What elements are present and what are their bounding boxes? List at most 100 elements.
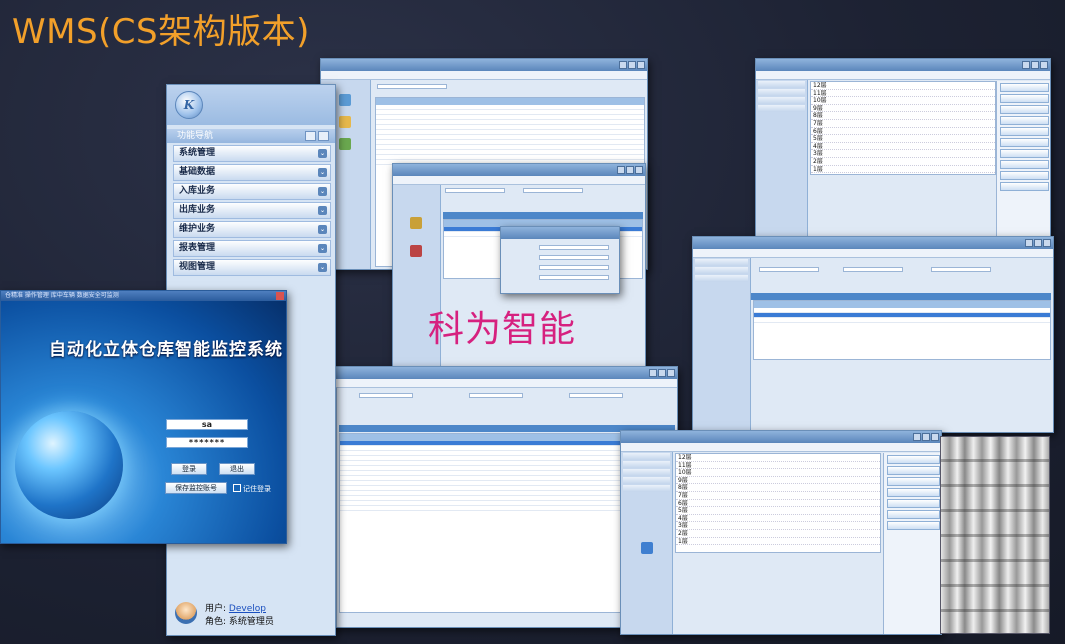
rack-side-panel[interactable] xyxy=(996,81,1050,242)
password-field[interactable]: ******* xyxy=(166,437,248,448)
search-input[interactable] xyxy=(377,84,447,89)
nav-item-label: 基础数据 xyxy=(179,167,216,177)
exit-button[interactable]: 退出 xyxy=(219,463,255,475)
login-button[interactable]: 登录 xyxy=(171,463,207,475)
menubar[interactable] xyxy=(693,249,1053,258)
rack-row-label: 3层 xyxy=(811,150,995,158)
rack-row-label: 8层 xyxy=(676,484,880,492)
nav-title: 功能导航 xyxy=(177,131,214,141)
role-line: 角色: 系统管理员 xyxy=(205,614,274,627)
user-name-link[interactable]: Develop xyxy=(229,604,266,614)
rack-grid[interactable]: 12层 11层 10层 9层 8层 7层 6层 5层 4层 3层 2层 1层 xyxy=(810,81,996,175)
window-rack-monitor-bottom: 12层 11层 10层 9层 8层 7层 6层 5层 4层 3层 2层 1层 xyxy=(620,430,942,635)
rack-row-label: 7层 xyxy=(676,492,880,500)
rack-row-label: 10层 xyxy=(811,97,995,105)
titlebar[interactable] xyxy=(393,164,645,176)
nav-item-system[interactable]: 系统管理 ⌄ xyxy=(173,145,331,162)
search-input[interactable] xyxy=(523,188,583,193)
search-input[interactable] xyxy=(445,188,505,193)
rack-row-label: 9层 xyxy=(811,105,995,113)
username-field[interactable]: sa xyxy=(166,419,248,430)
module-icon[interactable] xyxy=(339,94,351,106)
nav-item-label: 系统管理 xyxy=(179,148,216,158)
role-label: 角色: xyxy=(205,617,227,627)
save-monitor-account-button[interactable]: 保存监控账号 xyxy=(165,482,227,494)
sidebar[interactable] xyxy=(756,80,808,242)
rack-row-label: 4层 xyxy=(811,143,995,151)
data-grid[interactable] xyxy=(753,300,1051,360)
rack-row-label: 1层 xyxy=(676,538,880,546)
nav-item-label: 报表管理 xyxy=(179,243,216,253)
watermark-text: 科为智能 xyxy=(428,309,577,350)
rack-row-label: 10层 xyxy=(676,469,880,477)
nav-item-views[interactable]: 视图管理 ⌄ xyxy=(173,259,331,276)
rack-row-label: 11层 xyxy=(676,462,880,470)
titlebar[interactable]: 仓精准 操作管理 库中车辆 数据安全可监测 xyxy=(1,291,286,301)
nav-item-base-data[interactable]: 基础数据 ⌄ xyxy=(173,164,331,181)
titlebar[interactable] xyxy=(321,59,647,71)
rack-row-label: 9层 xyxy=(676,477,880,485)
avatar xyxy=(175,602,197,624)
chevron-down-icon: ⌄ xyxy=(318,225,327,234)
user-label: 用户: xyxy=(205,604,227,614)
window-receiving xyxy=(692,236,1054,433)
login-heading: 自动化立体仓库智能监控系统 xyxy=(49,340,283,360)
rack-row-label: 4层 xyxy=(676,515,880,523)
globe-icon xyxy=(15,411,123,519)
rack-row-label: 2层 xyxy=(811,158,995,166)
nav-item-label: 维护业务 xyxy=(179,224,216,234)
module-icon[interactable] xyxy=(339,116,351,128)
titlebar[interactable] xyxy=(621,431,941,443)
menubar[interactable] xyxy=(621,443,941,452)
slide-title: WMS(CS架构版本) xyxy=(12,12,310,52)
sidebar[interactable] xyxy=(693,258,751,432)
rack-row-label: 12层 xyxy=(811,82,995,90)
rack-row-label: 2层 xyxy=(676,530,880,538)
chevron-down-icon: ⌄ xyxy=(318,206,327,215)
nav-item-maintenance[interactable]: 维护业务 ⌄ xyxy=(173,221,331,238)
nav-item-label: 入库业务 xyxy=(179,186,216,196)
warehouse-photo xyxy=(940,436,1050,634)
rack-row-label: 5层 xyxy=(676,507,880,515)
rack-row-label: 5层 xyxy=(811,135,995,143)
user-info: 用户: Develop 角色: 系统管理员 xyxy=(171,599,331,629)
rack-row-label: 3层 xyxy=(676,522,880,530)
nav-item-inbound[interactable]: 入库业务 ⌄ xyxy=(173,183,331,200)
menubar[interactable] xyxy=(321,71,647,80)
chevron-down-icon: ⌄ xyxy=(318,168,327,177)
remember-label: 记住登录 xyxy=(243,485,271,493)
remember-checkbox[interactable]: 记住登录 xyxy=(233,484,271,494)
chevron-down-icon: ⌄ xyxy=(318,244,327,253)
nav-item-reports[interactable]: 报表管理 ⌄ xyxy=(173,240,331,257)
menubar[interactable] xyxy=(756,71,1050,80)
titlebar[interactable] xyxy=(501,227,619,239)
rack-side-panel[interactable] xyxy=(883,453,941,634)
user-line: 用户: Develop xyxy=(205,601,266,614)
close-icon[interactable] xyxy=(318,131,329,141)
rack-row-label: 6层 xyxy=(676,500,880,508)
close-icon[interactable] xyxy=(276,292,284,300)
rack-row-label: 7层 xyxy=(811,120,995,128)
window-login: 仓精准 操作管理 库中车辆 数据安全可监测 自动化立体仓库智能监控系统 sa *… xyxy=(0,290,287,544)
menubar[interactable] xyxy=(393,176,645,185)
sidebar[interactable] xyxy=(621,452,673,634)
chevron-down-icon: ⌄ xyxy=(318,187,327,196)
window-edit-dialog xyxy=(500,226,620,294)
rack-row-label: 8层 xyxy=(811,112,995,120)
titlebar[interactable] xyxy=(756,59,1050,71)
nav-item-label: 视图管理 xyxy=(179,262,216,272)
nav-item-outbound[interactable]: 出库业务 ⌄ xyxy=(173,202,331,219)
collapse-icon[interactable] xyxy=(305,131,316,141)
window-rack-monitor-top: 12层 11层 10层 9层 8层 7层 6层 5层 4层 3层 2层 1层 xyxy=(755,58,1051,243)
rack-row-label: 6层 xyxy=(811,128,995,136)
nav-item-label: 出库业务 xyxy=(179,205,216,215)
window-title: 仓精准 操作管理 库中车辆 数据安全可监测 xyxy=(5,292,119,299)
app-logo: K xyxy=(167,85,335,125)
titlebar[interactable] xyxy=(693,237,1053,249)
chevron-down-icon: ⌄ xyxy=(318,149,327,158)
nav-header: 功能导航 xyxy=(167,129,335,143)
module-icon[interactable] xyxy=(339,138,351,150)
rack-grid[interactable]: 12层 11层 10层 9层 8层 7层 6层 5层 4层 3层 2层 1层 xyxy=(675,453,881,553)
role-name: 系统管理员 xyxy=(228,617,274,627)
rack-row-label: 1层 xyxy=(811,166,995,174)
